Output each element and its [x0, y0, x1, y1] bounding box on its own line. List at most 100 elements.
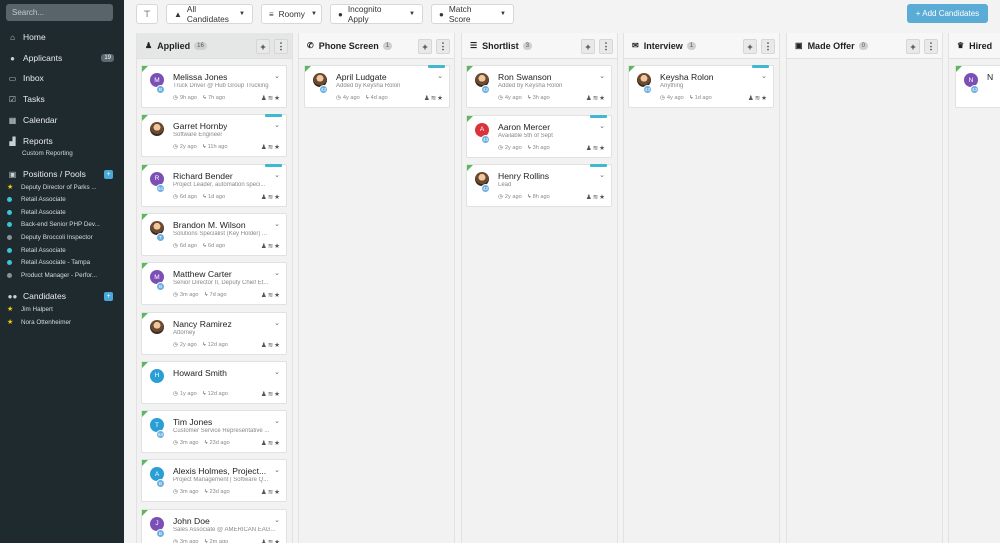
chevron-down-icon[interactable]: ⌄ [274, 220, 280, 228]
chevron-down-icon[interactable]: ⌄ [274, 269, 280, 277]
candidate-card[interactable]: A 43 Aaron Mercer Available 5th of Sept ◷ 2y … [466, 114, 612, 158]
column-menu-button[interactable]: ⋮ [924, 39, 938, 54]
nav-positions-pools[interactable]: ▣ Positions / Pools + [0, 166, 124, 182]
card-action-icons[interactable]: ♟≋★ [261, 341, 281, 349]
candidate-name[interactable]: Tim Jones [173, 417, 212, 427]
add-to-column-button[interactable]: + [581, 39, 595, 54]
candidate-pool-item[interactable]: ★ Jim Halpert [7, 303, 119, 315]
add-candidate-pool-button[interactable]: + [104, 291, 113, 301]
nav-calendar[interactable]: ▦ Calendar [0, 112, 124, 128]
add-to-column-button[interactable]: + [256, 39, 270, 54]
candidate-name[interactable]: Brandon M. Wilson [173, 220, 246, 230]
candidate-card[interactable]: H Howard Smith ◷ 1y ago ϟ 12d ago ⌄ ♟≋★ [141, 360, 287, 404]
candidate-name[interactable]: Richard Bender [173, 171, 233, 181]
card-action-icons[interactable]: ♟≋★ [586, 94, 606, 102]
candidate-card[interactable]: 43 Keysha Rolon Anything ◷ 4y ago ϟ 1d ago ⌄ ♟≋★ [628, 65, 774, 108]
candidate-card[interactable]: T 64 Tim Jones Customer Service Representat… [141, 410, 287, 454]
position-item[interactable]: Back-end Senior PHP Dev... [7, 219, 119, 231]
candidate-name[interactable]: Garret Hornby [173, 121, 227, 131]
chevron-down-icon[interactable]: ⌄ [274, 319, 280, 327]
chevron-down-icon[interactable]: ⌄ [761, 72, 767, 80]
column-menu-button[interactable]: ⋮ [761, 39, 775, 54]
candidate-name[interactable]: Alexis Holmes, Project... [173, 466, 266, 476]
match-score-dropdown[interactable]: ● Match Score ▼ [431, 4, 514, 24]
candidate-card[interactable]: M B Melissa Jones Truck Driver @ Hub Group … [141, 65, 287, 108]
add-to-column-button[interactable]: + [743, 39, 757, 54]
nav-custom-reporting[interactable]: Custom Reporting [22, 150, 73, 157]
candidate-card[interactable]: 42 Ron Swanson Added by Keysha Rolon ◷ 4y ag… [466, 65, 612, 108]
chevron-down-icon[interactable]: ⌄ [274, 121, 280, 129]
candidate-name[interactable]: Keysha Rolon [660, 72, 714, 82]
candidate-pool-item[interactable]: ★ Nora Ottenheimer [7, 316, 119, 328]
candidate-card[interactable]: 43 April Ludgate Added by Keysha Rolon ◷ 4y … [304, 65, 450, 108]
position-item[interactable]: Retail Associate [7, 206, 119, 218]
search-input[interactable] [6, 4, 113, 21]
position-item[interactable]: Deputy Broccoli Inspector [7, 231, 119, 243]
card-action-icons[interactable]: ♟≋★ [261, 94, 281, 102]
add-to-column-button[interactable]: + [418, 39, 432, 54]
card-action-icons[interactable]: ♟≋★ [261, 488, 281, 496]
card-action-icons[interactable]: ♟≋★ [748, 94, 768, 102]
candidate-card[interactable]: T Brandon M. Wilson Solutions Specialist (… [141, 212, 287, 256]
candidate-name[interactable]: April Ludgate [336, 72, 387, 82]
chevron-down-icon[interactable]: ⌄ [599, 171, 605, 179]
nav-reports[interactable]: ▟ Reports [0, 133, 124, 149]
card-action-icons[interactable]: ♟≋★ [261, 291, 281, 299]
card-action-icons[interactable]: ♟≋★ [261, 193, 281, 201]
candidate-card[interactable]: A B Alexis Holmes, Project... Project Manag… [141, 459, 287, 503]
chevron-down-icon[interactable]: ⌄ [274, 72, 280, 80]
candidate-name[interactable]: Aaron Mercer [498, 122, 550, 132]
position-item[interactable]: ★ Deputy Director of Parks ... [7, 181, 119, 193]
position-item[interactable]: Retail Associate [7, 244, 119, 256]
position-item[interactable]: Product Manager - Perfor... [7, 269, 119, 281]
candidate-card[interactable]: 42 Henry Rollins Lead ◷ 2y ago ϟ 8h ago ⌄ ♟≋★ [466, 164, 612, 207]
candidate-name[interactable]: Henry Rollins [498, 171, 549, 181]
nav-candidates[interactable]: ●● Candidates + [0, 288, 124, 304]
card-action-icons[interactable]: ♟≋★ [586, 144, 606, 152]
card-action-icons[interactable]: ♟≋★ [586, 193, 606, 201]
card-action-icons[interactable]: ♟≋★ [261, 390, 281, 398]
chevron-down-icon[interactable]: ⌄ [274, 516, 280, 524]
card-action-icons[interactable]: ♟≋★ [424, 94, 444, 102]
card-action-icons[interactable]: ♟≋★ [261, 439, 281, 447]
nav-tasks[interactable]: ☑ Tasks [0, 91, 124, 107]
candidate-card[interactable]: J B John Doe Sales Associate @ AMERICAN EAG… [141, 508, 287, 543]
add-position-button[interactable]: + [104, 169, 113, 179]
card-action-icons[interactable]: ♟≋★ [261, 143, 281, 151]
chevron-down-icon[interactable]: ⌄ [274, 368, 280, 376]
nav-inbox[interactable]: ▭ Inbox [0, 70, 124, 86]
candidate-name[interactable]: N [987, 72, 993, 82]
card-action-icons[interactable]: ♟≋★ [261, 538, 281, 543]
candidate-name[interactable]: Nancy Ramirez [173, 319, 232, 329]
incognito-apply-dropdown[interactable]: ● Incognito Apply ▼ [330, 4, 423, 24]
candidate-name[interactable]: Howard Smith [173, 368, 227, 378]
column-menu-button[interactable]: ⋮ [436, 39, 450, 54]
nav-applicants[interactable]: ● Applicants 19 [0, 50, 124, 66]
chevron-down-icon[interactable]: ⌄ [274, 466, 280, 474]
candidate-name[interactable]: John Doe [173, 516, 210, 526]
add-candidates-button[interactable]: + Add Candidates [907, 4, 988, 23]
candidate-name[interactable]: Matthew Carter [173, 269, 232, 279]
all-candidates-dropdown[interactable]: ▲ All Candidates ▼ [166, 4, 253, 24]
candidate-name[interactable]: Melissa Jones [173, 72, 227, 82]
chevron-down-icon[interactable]: ⌄ [599, 122, 605, 130]
chevron-down-icon[interactable]: ⌄ [274, 417, 280, 425]
nav-home[interactable]: ⌂ Home [0, 29, 124, 45]
candidate-card[interactable]: Garret Hornby Software Engineer ◷ 2y ago ϟ 11… [141, 114, 287, 158]
candidate-card[interactable]: R 64 Richard Bender Project Leader, automat… [141, 163, 287, 207]
candidate-card[interactable]: M B Matthew Carter Senior Director II, Depu… [141, 262, 287, 306]
filter-toggle-button[interactable]: ⊤ [136, 4, 158, 24]
view-density-dropdown[interactable]: ≡ Roomy ▼ [261, 4, 322, 24]
candidate-card[interactable]: N 43 N [955, 65, 1000, 108]
column-menu-button[interactable]: ⋮ [599, 39, 613, 54]
chevron-down-icon[interactable]: ⌄ [599, 72, 605, 80]
card-action-icons[interactable]: ♟≋★ [261, 242, 281, 250]
candidate-card[interactable]: Nancy Ramirez Attorney ◷ 2y ago ϟ 12d ago ⌄ ♟≋★ [141, 311, 287, 355]
add-to-column-button[interactable]: + [906, 39, 920, 54]
position-item[interactable]: Retail Associate [7, 194, 119, 206]
chevron-down-icon[interactable]: ⌄ [274, 171, 280, 179]
position-item[interactable]: Retail Associate - Tampa [7, 257, 119, 269]
candidate-name[interactable]: Ron Swanson [498, 72, 552, 82]
column-menu-button[interactable]: ⋮ [274, 39, 288, 54]
chevron-down-icon[interactable]: ⌄ [437, 72, 443, 80]
